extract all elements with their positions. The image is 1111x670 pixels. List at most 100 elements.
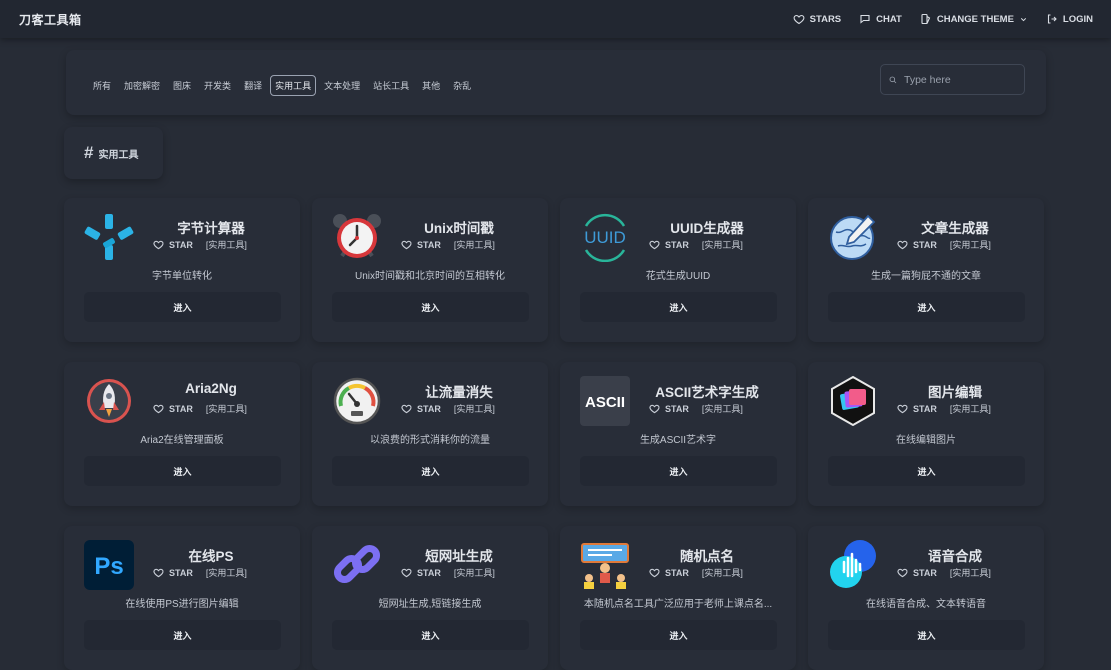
nav-chat-label: CHAT bbox=[876, 13, 902, 25]
star-label: STAR bbox=[417, 567, 441, 578]
tool-title: 文章生成器 bbox=[921, 221, 989, 236]
enter-button[interactable]: 进入 bbox=[332, 456, 529, 486]
star-button[interactable]: STAR bbox=[153, 567, 193, 578]
photoshop-icon: Ps bbox=[84, 540, 134, 590]
enter-button[interactable]: 进入 bbox=[828, 292, 1025, 322]
rocket-icon bbox=[87, 379, 131, 423]
asterisk-logo-icon bbox=[84, 214, 134, 260]
enter-button[interactable]: 进入 bbox=[84, 456, 281, 486]
tool-tag: [实用工具] bbox=[205, 240, 247, 250]
star-button[interactable]: STAR bbox=[401, 239, 441, 250]
login-icon bbox=[1047, 14, 1057, 24]
chevron-down-icon bbox=[1020, 17, 1026, 21]
ascii-logo-icon: ASCII bbox=[580, 376, 630, 426]
tool-description: 在线使用PS进行图片编辑 bbox=[125, 599, 239, 610]
nav-chat[interactable]: CHAT bbox=[859, 13, 902, 25]
tool-meta: STAR [实用工具] bbox=[897, 402, 991, 415]
tab-encryption[interactable]: 加密解密 bbox=[119, 75, 165, 96]
tool-meta: STAR [实用工具] bbox=[649, 402, 743, 415]
star-button[interactable]: STAR bbox=[649, 403, 689, 414]
tool-description: 花式生成UUID bbox=[645, 271, 711, 282]
heart-icon bbox=[401, 568, 412, 578]
tool-title: Aria2Ng bbox=[185, 381, 237, 396]
tab-all[interactable]: 所有 bbox=[88, 75, 116, 96]
heart-icon bbox=[401, 404, 412, 414]
tab-text-processing[interactable]: 文本处理 bbox=[319, 75, 365, 96]
nav-login-label: LOGIN bbox=[1062, 13, 1093, 25]
tool-description: 短网址生成,短链接生成 bbox=[378, 599, 482, 610]
voice-wave-icon bbox=[830, 540, 876, 588]
search-input[interactable] bbox=[902, 72, 1016, 87]
tab-utilities[interactable]: 实用工具 bbox=[270, 75, 317, 96]
tool-card: 文章生成器 STAR [实用工具] 生成一篇狗屁不通的文章 进入 bbox=[808, 198, 1044, 342]
tool-tag: [实用工具] bbox=[701, 568, 743, 578]
tool-description: 在线编辑图片 bbox=[896, 435, 956, 446]
tool-title: 在线PS bbox=[188, 549, 234, 564]
enter-button[interactable]: 进入 bbox=[332, 620, 529, 650]
enter-button[interactable]: 进入 bbox=[828, 456, 1025, 486]
tool-tag: [实用工具] bbox=[701, 404, 743, 414]
tool-card: Aria2Ng STAR [实用工具] Aria2在线管理面板 进入 bbox=[64, 362, 300, 506]
heart-icon bbox=[793, 14, 805, 25]
enter-button[interactable]: 进入 bbox=[84, 292, 281, 322]
nav-change-theme-label: CHANGE THEME bbox=[936, 13, 1014, 25]
brand-logo[interactable]: 刀客工具箱 bbox=[19, 11, 82, 28]
tool-tag: [实用工具] bbox=[949, 568, 991, 578]
star-label: STAR bbox=[417, 403, 441, 414]
tab-development[interactable]: 开发类 bbox=[199, 75, 236, 96]
star-button[interactable]: STAR bbox=[401, 403, 441, 414]
tool-tag: [实用工具] bbox=[701, 240, 743, 250]
tool-meta: STAR [实用工具] bbox=[153, 566, 247, 579]
star-label: STAR bbox=[169, 403, 193, 414]
star-button[interactable]: STAR bbox=[897, 567, 937, 578]
tool-meta: STAR [实用工具] bbox=[649, 238, 743, 251]
star-label: STAR bbox=[913, 403, 937, 414]
enter-button[interactable]: 进入 bbox=[580, 620, 777, 650]
tab-other[interactable]: 其他 bbox=[417, 75, 445, 96]
nav-stars[interactable]: STARS bbox=[793, 13, 842, 25]
star-button[interactable]: STAR bbox=[649, 239, 689, 250]
enter-button[interactable]: 进入 bbox=[828, 620, 1025, 650]
tool-description: 生成一篇狗屁不通的文章 bbox=[871, 271, 981, 282]
star-button[interactable]: STAR bbox=[401, 567, 441, 578]
tool-tag: [实用工具] bbox=[949, 240, 991, 250]
enter-button[interactable]: 进入 bbox=[84, 620, 281, 650]
speedometer-icon bbox=[333, 377, 381, 425]
star-button[interactable]: STAR bbox=[649, 567, 689, 578]
tool-meta: STAR [实用工具] bbox=[649, 566, 743, 579]
tab-image-host[interactable]: 图床 bbox=[168, 75, 196, 96]
tab-misc[interactable]: 杂乱 bbox=[448, 75, 476, 96]
star-label: STAR bbox=[417, 239, 441, 250]
nav-login[interactable]: LOGIN bbox=[1046, 13, 1093, 25]
star-button[interactable]: STAR bbox=[897, 403, 937, 414]
enter-button[interactable]: 进入 bbox=[580, 292, 777, 322]
star-button[interactable]: STAR bbox=[153, 239, 193, 250]
tool-meta: STAR [实用工具] bbox=[897, 566, 991, 579]
tool-description: 以浪费的形式消耗你的流量 bbox=[370, 435, 490, 446]
tool-card: 短网址生成 STAR [实用工具] 短网址生成,短链接生成 进入 bbox=[312, 526, 548, 670]
heart-icon bbox=[897, 240, 908, 250]
heart-icon bbox=[153, 404, 164, 414]
tool-title: 随机点名 bbox=[680, 549, 734, 564]
heart-icon bbox=[649, 404, 660, 414]
classroom-icon bbox=[581, 543, 629, 589]
tool-tag: [实用工具] bbox=[949, 404, 991, 414]
tool-tag: [实用工具] bbox=[453, 404, 495, 414]
search-icon bbox=[889, 76, 897, 83]
enter-button[interactable]: 进入 bbox=[332, 292, 529, 322]
star-button[interactable]: STAR bbox=[153, 403, 193, 414]
svg-text:UUID: UUID bbox=[584, 228, 626, 247]
star-label: STAR bbox=[913, 239, 937, 250]
tab-webmaster[interactable]: 站长工具 bbox=[368, 75, 414, 96]
star-button[interactable]: STAR bbox=[897, 239, 937, 250]
heart-icon bbox=[153, 240, 164, 250]
tab-translate[interactable]: 翻译 bbox=[239, 75, 267, 96]
tool-description: 字节单位转化 bbox=[152, 271, 212, 282]
tool-card: 语音合成 STAR [实用工具] 在线语音合成、文本转语音 进入 bbox=[808, 526, 1044, 670]
tool-meta: STAR [实用工具] bbox=[401, 402, 495, 415]
nav-stars-label: STARS bbox=[809, 13, 842, 25]
enter-button[interactable]: 进入 bbox=[580, 456, 777, 486]
heart-icon bbox=[649, 568, 660, 578]
nav-change-theme[interactable]: CHANGE THEME bbox=[920, 13, 1028, 25]
uuid-logo-icon: UUID bbox=[584, 213, 626, 262]
